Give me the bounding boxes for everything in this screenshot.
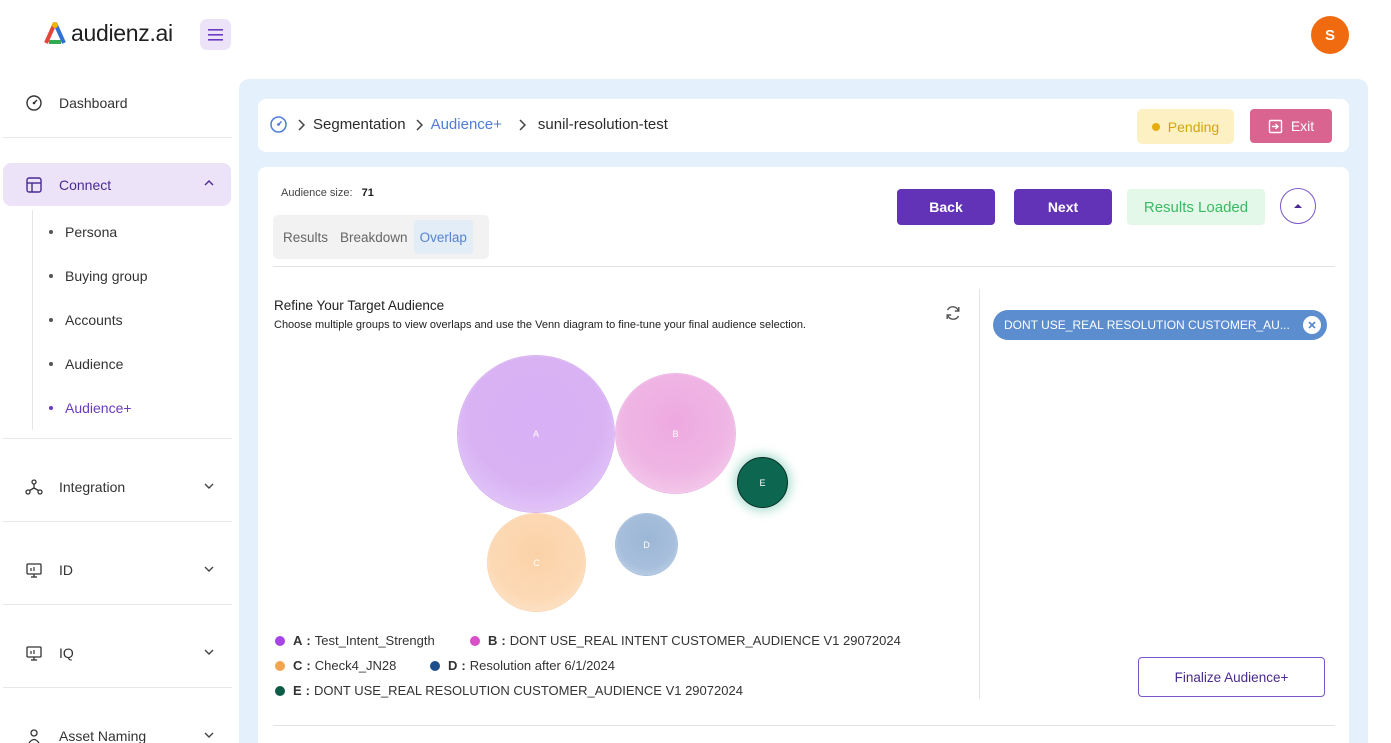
sidebar-item-label: Integration: [59, 479, 126, 495]
sidebar: Dashboard Connect Persona Buying group A…: [0, 70, 239, 743]
chevron-right-icon: [298, 118, 305, 131]
finalize-audience-button[interactable]: Finalize Audience+: [1138, 657, 1325, 697]
legend-item-b: B: DONT USE_REAL INTENT CUSTOMER_AUDIENC…: [470, 633, 901, 648]
legend-dot: [275, 685, 285, 696]
collapse-button[interactable]: [1280, 188, 1316, 224]
legend-dot: [430, 660, 440, 671]
monitor-icon: [26, 646, 42, 661]
breadcrumb-audience-plus[interactable]: Audience+: [431, 116, 502, 133]
main-content: Segmentation Audience+ sunil-resolution-…: [239, 79, 1368, 743]
sidebar-item-audience[interactable]: Audience: [33, 342, 222, 386]
logo[interactable]: audienz.ai: [43, 18, 173, 48]
divider: [3, 521, 232, 522]
results-loaded-badge: Results Loaded: [1127, 189, 1265, 225]
sidebar-item-persona[interactable]: Persona: [33, 210, 222, 254]
legend-dot: [275, 635, 285, 646]
top-bar: audienz.ai S: [0, 0, 1391, 70]
sidebar-item-asset-naming[interactable]: Asset Naming: [0, 714, 231, 743]
exit-icon: [1268, 119, 1283, 133]
legend-item-a: A: Test_Intent_Strength: [275, 633, 435, 648]
sidebar-item-label: IQ: [59, 645, 74, 661]
legend-item-d: D: Resolution after 6/1/2024: [430, 658, 615, 673]
menu-toggle-button[interactable]: [200, 19, 231, 50]
legend-dot: [275, 660, 285, 671]
logo-text: audienz.ai: [71, 19, 173, 46]
next-button[interactable]: Next: [1014, 189, 1112, 225]
chip-label: DONT USE_REAL RESOLUTION CUSTOMER_AU...: [1004, 318, 1290, 332]
sidebar-item-accounts[interactable]: Accounts: [33, 298, 222, 342]
venn-diagram: A B C D E: [258, 167, 979, 743]
sidebar-item-label: Dashboard: [59, 94, 128, 111]
tag-icon: [28, 729, 40, 743]
connect-subnav: Persona Buying group Accounts Audience A…: [32, 210, 222, 430]
close-icon: [1308, 321, 1316, 329]
status-dot: [1151, 122, 1160, 131]
chevron-right-icon: [519, 118, 526, 131]
breadcrumb-segmentation[interactable]: Segmentation: [313, 116, 406, 133]
breadcrumb-current: sunil-resolution-test: [537, 116, 668, 133]
grid-icon: [26, 176, 42, 193]
chip-remove-button[interactable]: [1303, 316, 1321, 334]
sidebar-item-audience-plus[interactable]: Audience+: [33, 386, 222, 430]
sidebar-item-buying-group[interactable]: Buying group: [33, 254, 222, 298]
venn-circle-c[interactable]: C: [488, 514, 585, 611]
dashboard-icon[interactable]: [269, 115, 288, 134]
chevron-up-icon: [204, 180, 214, 186]
sidebar-item-dashboard[interactable]: Dashboard: [0, 80, 231, 125]
chevron-down-icon: [204, 649, 214, 655]
divider: [273, 725, 1335, 726]
exit-label: Exit: [1290, 118, 1315, 134]
divider: [3, 604, 232, 605]
sidebar-item-id[interactable]: ID: [0, 548, 231, 592]
chevron-down-icon: [204, 732, 214, 738]
chevron-right-icon: [416, 118, 423, 131]
divider: [3, 438, 232, 439]
venn-circle-a[interactable]: A: [458, 356, 614, 512]
audience-card: Audience size: 71 Results Breakdown Over…: [258, 167, 1349, 743]
exit-button[interactable]: Exit: [1250, 109, 1332, 143]
sidebar-item-label: Asset Naming: [59, 728, 147, 743]
selected-group-chip[interactable]: DONT USE_REAL RESOLUTION CUSTOMER_AU...: [993, 310, 1327, 340]
legend-dot: [470, 635, 480, 646]
venn-circle-e[interactable]: E: [737, 457, 788, 508]
logo-icon: [44, 22, 66, 44]
status-label: Pending: [1167, 118, 1220, 135]
chevron-down-icon: [204, 483, 214, 489]
legend-item-e: E: DONT USE_REAL RESOLUTION CUSTOMER_AUD…: [275, 683, 743, 698]
breadcrumb: Segmentation Audience+ sunil-resolution-…: [269, 115, 668, 134]
sidebar-item-integration[interactable]: Integration: [0, 465, 231, 509]
hamburger-icon: [208, 28, 223, 41]
monitor-icon: [26, 563, 42, 578]
panel-divider: [979, 289, 980, 699]
avatar[interactable]: S: [1311, 16, 1349, 54]
sidebar-item-label: Connect: [59, 176, 112, 193]
status-badge-pending: Pending: [1137, 109, 1234, 144]
integration-icon: [25, 479, 43, 495]
breadcrumb-bar: Segmentation Audience+ sunil-resolution-…: [258, 99, 1349, 152]
divider: [3, 137, 232, 138]
venn-circle-b[interactable]: B: [616, 374, 735, 493]
venn-circle-d[interactable]: D: [616, 514, 677, 575]
dashboard-icon: [26, 94, 42, 111]
chevron-down-icon: [204, 566, 214, 572]
sidebar-item-connect[interactable]: Connect: [3, 163, 231, 206]
sidebar-item-label: ID: [59, 562, 73, 578]
divider: [3, 687, 232, 688]
sidebar-item-iq[interactable]: IQ: [0, 631, 231, 675]
legend-item-c: C: Check4_JN28: [275, 658, 396, 673]
caret-up-icon: [1294, 204, 1302, 208]
